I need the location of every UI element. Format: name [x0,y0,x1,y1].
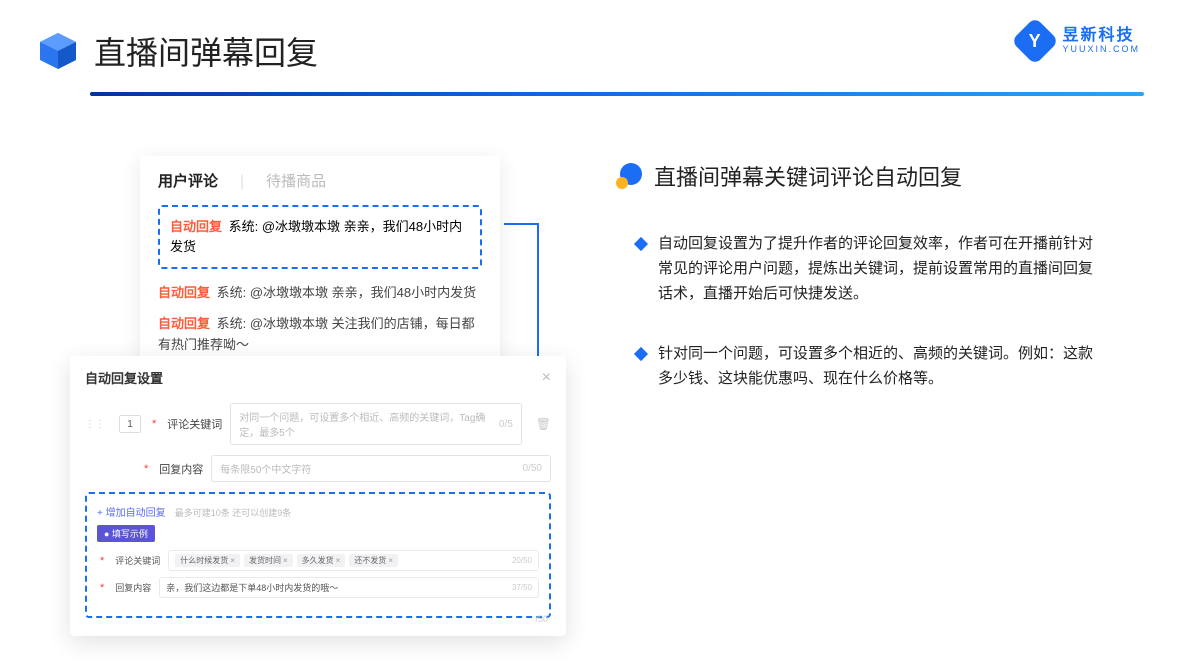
setting-row-reply: * 回复内容 每条限50个中文字符 0/50 [85,455,551,482]
brand-icon: Y [1011,17,1059,65]
close-icon[interactable]: × [542,369,551,387]
example-reply-input[interactable]: 亲，我们这边都是下单48小时内发货的哦～ 37/50 [159,577,539,598]
diamond-icon [634,237,648,251]
comment-line: 自动回复 系统: @冰墩墩本墩 亲亲，我们48小时内发货 [158,283,482,304]
tab-user-comments[interactable]: 用户评论 [158,170,218,191]
bullet-item: 自动回复设置为了提升作者的评论回复效率，作者可在开播前针对常见的评论用户问题，提… [616,232,1144,306]
tabs: 用户评论 | 待播商品 [158,170,482,191]
tag[interactable]: 发货时间 [244,554,293,567]
right-column: 直播间弹幕关键词评论自动回复 自动回复设置为了提升作者的评论回复效率，作者可在开… [526,136,1144,428]
bullet-item: 针对同一个问题，可设置多个相近的、高频的关键词。例如：这款多少钱、这块能优惠吗、… [616,342,1144,392]
brand-name-en: YUUXIN.COM [1062,45,1140,55]
section-heading: 直播间弹幕关键词评论自动回复 [616,160,1144,192]
keyword-label: 评论关键词 [167,416,222,432]
page-title: 直播间弹幕回复 [94,28,318,74]
example-box: + 增加自动回复 最多可建10条 还可以创建9条 ● 填写示例 * 评论关键词 … [85,492,551,618]
highlighted-comment: 自动回复 系统: @冰墩墩本墩 亲亲，我们48小时内发货 [158,205,482,269]
add-auto-reply-link[interactable]: + 增加自动回复 [97,508,166,519]
keyword-input[interactable]: 对同一个问题，可设置多个相近、高频的关键词，Tag确定，最多5个 0/5 [230,403,521,445]
trash-icon[interactable]: 🗑 [536,417,551,431]
tab-pending-goods[interactable]: 待播商品 [266,170,326,191]
comment-panel: 用户评论 | 待播商品 自动回复 系统: @冰墩墩本墩 亲亲，我们48小时内发货… [140,156,500,384]
add-desc: 最多可建10条 还可以创建9条 [175,508,292,518]
auto-reply-settings-panel: 自动回复设置 × ⋮⋮ 1 * 评论关键词 对同一个问题，可设置多个相近、高频的… [70,356,566,636]
auto-reply-tag: 自动回复 [170,219,222,234]
comment-line: 自动回复 系统: @冰墩墩本墩 关注我们的店铺，每日都有热门推荐呦～ [158,314,482,356]
tag[interactable]: 多久发货 [297,554,346,567]
dots-icon [616,163,642,189]
cube-icon [36,29,80,73]
settings-title: 自动回复设置 [85,368,163,387]
reply-label: 回复内容 [159,461,203,477]
tag[interactable]: 还不发货 [349,554,398,567]
diamond-icon [634,347,648,361]
example-badge: ● 填写示例 [97,525,155,542]
reply-input[interactable]: 每条限50个中文字符 0/50 [211,455,551,482]
example-keyword-input[interactable]: 什么时候发货 发货时间 多久发货 还不发货 20/50 [168,550,539,571]
tag[interactable]: 什么时候发货 [175,554,240,567]
row-number: 1 [119,415,141,433]
example-keyword-row: * 评论关键词 什么时候发货 发货时间 多久发货 还不发货 20/50 [97,550,539,571]
drag-handle-icon[interactable]: ⋮⋮ [85,419,105,430]
bottom-counter: /50 [535,614,548,624]
setting-row-keyword: ⋮⋮ 1 * 评论关键词 对同一个问题，可设置多个相近、高频的关键词，Tag确定… [85,403,551,445]
example-reply-row: * 回复内容 亲，我们这边都是下单48小时内发货的哦～ 37/50 [97,577,539,598]
brand-logo: Y 昱新科技 YUUXIN.COM [1018,24,1140,58]
brand-name-cn: 昱新科技 [1062,27,1140,45]
page-header: 直播间弹幕回复 [0,0,1180,92]
section-title: 直播间弹幕关键词评论自动回复 [654,160,962,192]
